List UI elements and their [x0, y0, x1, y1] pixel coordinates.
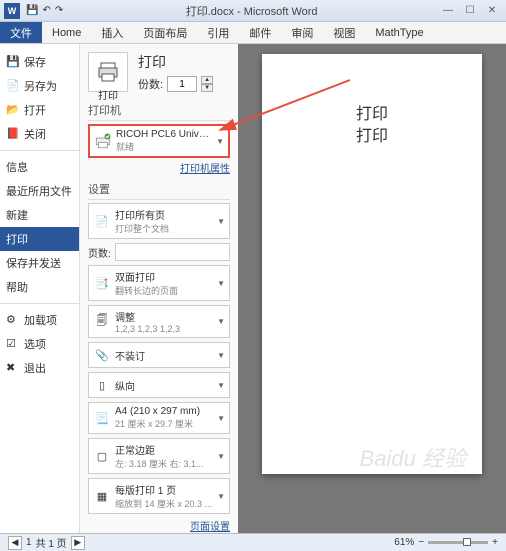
chevron-down-icon: ▼ [217, 351, 225, 360]
sidebar-save[interactable]: 💾保存 [0, 50, 79, 74]
window-title: 打印.docx - Microsoft Word [65, 3, 438, 19]
chevron-down-icon: ▼ [216, 137, 224, 146]
settings-section-label: 设置 [88, 181, 230, 200]
zoom-in-button[interactable]: + [492, 537, 498, 548]
sidebar-new[interactable]: 新建 [0, 203, 79, 227]
paper-size-dropdown[interactable]: 📃A4 (210 x 297 mm)21 厘米 x 29.7 厘米▼ [88, 402, 230, 434]
prev-page-button[interactable]: ◀ [8, 536, 22, 550]
copies-down[interactable]: ▼ [201, 84, 213, 92]
preview-text-line: 打印 [282, 126, 462, 148]
qat-redo-icon[interactable]: ↷ [55, 5, 63, 16]
collate-dropdown[interactable]: 🗐调整1,2,3 1,2,3 1,2,3▼ [88, 305, 230, 338]
word-icon: W [4, 3, 20, 19]
chevron-down-icon: ▼ [217, 217, 225, 226]
preview-text-line: 打印 [282, 104, 462, 126]
ribbon: 文件 Home 插入 页面布局 引用 邮件 审阅 视图 MathType [0, 22, 506, 44]
copies-up[interactable]: ▲ [201, 76, 213, 84]
sidebar-options[interactable]: ☑选项 [0, 332, 79, 356]
sidebar-share[interactable]: 保存并发送 [0, 251, 79, 275]
sheet-icon: ▦ [93, 487, 111, 505]
page-total: 共 1 页 [36, 535, 67, 550]
tab-references[interactable]: 引用 [197, 22, 239, 43]
print-title: 打印 [138, 52, 213, 72]
printer-status-icon [94, 132, 112, 150]
tab-layout[interactable]: 页面布局 [133, 22, 197, 43]
save-icon: 💾 [6, 55, 20, 69]
printer-icon [96, 60, 120, 84]
addins-icon: ⚙ [6, 313, 20, 327]
sidebar-help[interactable]: 帮助 [0, 275, 79, 299]
margins-icon: ▢ [93, 447, 111, 465]
pages-label: 页数: [88, 245, 111, 260]
tab-mailings[interactable]: 邮件 [239, 22, 281, 43]
pages-input[interactable] [115, 243, 230, 261]
sidebar-info[interactable]: 信息 [0, 155, 79, 179]
printer-section-label: 打印机 [88, 102, 230, 121]
sidebar-recent[interactable]: 最近所用文件 [0, 179, 79, 203]
sidebar-addins[interactable]: ⚙加载项 [0, 308, 79, 332]
tab-mathtype[interactable]: MathType [365, 22, 433, 43]
copies-label: 份数: [138, 76, 163, 92]
staple-dropdown[interactable]: 📎不装订▼ [88, 342, 230, 368]
tab-view[interactable]: 视图 [323, 22, 365, 43]
chevron-down-icon: ▼ [217, 381, 225, 390]
status-bar: ◀ 1 共 1 页 ▶ 61% − + [0, 533, 506, 551]
title-bar: W 💾 ↶ ↷ 打印.docx - Microsoft Word — ☐ ✕ [0, 0, 506, 22]
tab-insert[interactable]: 插入 [91, 22, 133, 43]
tab-home[interactable]: Home [42, 22, 91, 43]
minimize-button[interactable]: — [438, 4, 458, 18]
close-file-icon: 📕 [6, 127, 20, 141]
open-icon: 📂 [6, 103, 20, 117]
print-range-dropdown[interactable]: 📄 打印所有页 打印整个文档 ▼ [88, 203, 230, 239]
preview-page: 打印 打印 [262, 54, 482, 474]
qat-undo-icon[interactable]: ↶ [42, 5, 50, 16]
orientation-dropdown[interactable]: ▯纵向▼ [88, 372, 230, 398]
chevron-down-icon: ▼ [217, 317, 225, 326]
portrait-icon: ▯ [93, 376, 111, 394]
page-number: 1 [26, 537, 32, 548]
margins-dropdown[interactable]: ▢正常边距左: 3.18 厘米 右: 3.1...▼ [88, 438, 230, 474]
chevron-down-icon: ▼ [217, 414, 225, 423]
exit-icon: ✖ [6, 361, 20, 375]
staple-icon: 📎 [93, 346, 111, 364]
chevron-down-icon: ▼ [217, 492, 225, 501]
printer-status: 就绪 [116, 140, 212, 153]
printer-properties-link[interactable]: 打印机属性 [88, 160, 230, 175]
backstage-sidebar: 💾保存 📄另存为 📂打开 📕关闭 信息 最近所用文件 新建 打印 保存并发送 帮… [0, 44, 80, 533]
zoom-out-button[interactable]: − [418, 537, 424, 548]
tab-review[interactable]: 审阅 [281, 22, 323, 43]
paper-icon: 📃 [93, 409, 111, 427]
sidebar-save-as[interactable]: 📄另存为 [0, 74, 79, 98]
duplex-icon: 📑 [93, 274, 111, 292]
printer-dropdown[interactable]: RICOH PCL6 Universal... 就绪 ▼ [88, 124, 230, 158]
chevron-down-icon: ▼ [217, 452, 225, 461]
chevron-down-icon: ▼ [217, 279, 225, 288]
next-page-button[interactable]: ▶ [71, 536, 85, 550]
print-button[interactable]: 打印 [88, 52, 128, 92]
printer-name: RICOH PCL6 Universal... [116, 129, 212, 140]
print-settings-panel: 打印 打印 份数: ▲ ▼ 打印机 [80, 44, 238, 533]
sidebar-print[interactable]: 打印 [0, 227, 79, 251]
sidebar-exit[interactable]: ✖退出 [0, 356, 79, 380]
pages-icon: 📄 [93, 212, 111, 230]
zoom-label: 61% [394, 537, 414, 548]
save-as-icon: 📄 [6, 79, 20, 93]
page-setup-link[interactable]: 页面设置 [88, 518, 230, 533]
options-icon: ☑ [6, 337, 20, 351]
tab-file[interactable]: 文件 [0, 22, 42, 43]
zoom-slider[interactable] [428, 541, 488, 544]
duplex-dropdown[interactable]: 📑双面打印翻转长边的页面▼ [88, 265, 230, 301]
maximize-button[interactable]: ☐ [460, 4, 480, 18]
qat-save-icon[interactable]: 💾 [26, 5, 38, 16]
pages-per-sheet-dropdown[interactable]: ▦每版打印 1 页缩放到 14 厘米 x 20.3 ...▼ [88, 478, 230, 514]
close-button[interactable]: ✕ [482, 4, 502, 18]
collate-icon: 🗐 [93, 313, 111, 331]
print-preview: 打印 打印 Baidu 经验 [238, 44, 506, 533]
sidebar-close[interactable]: 📕关闭 [0, 122, 79, 146]
sidebar-open[interactable]: 📂打开 [0, 98, 79, 122]
copies-input[interactable] [167, 76, 197, 92]
